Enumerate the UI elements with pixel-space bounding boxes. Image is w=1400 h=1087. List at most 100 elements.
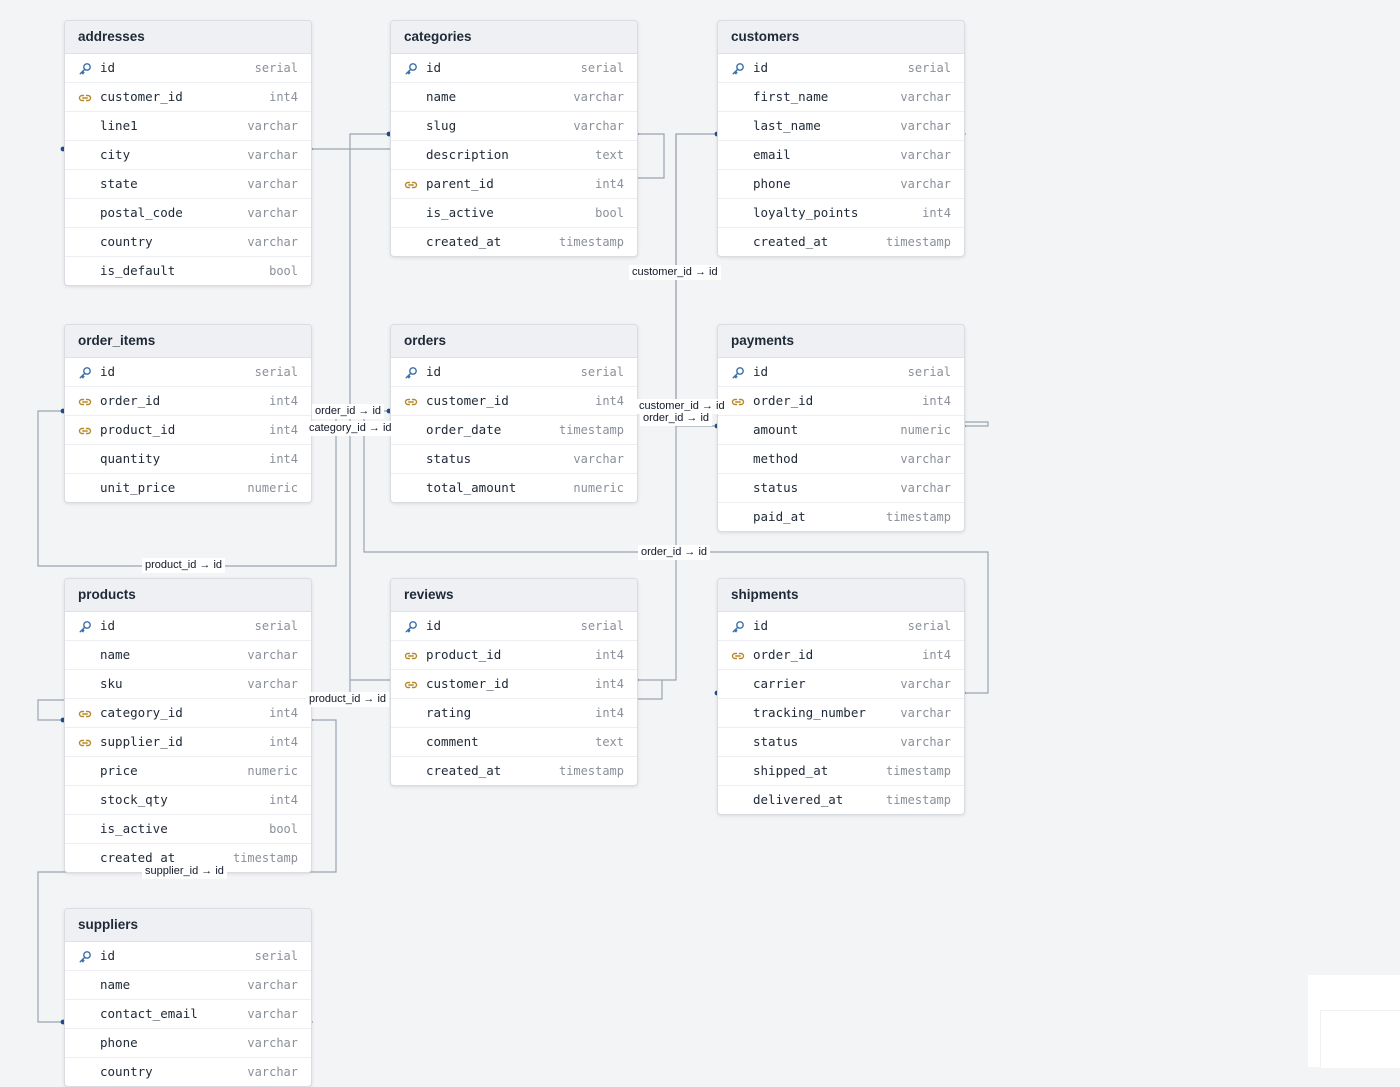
column-row[interactable]: customer_id int4 (391, 387, 637, 416)
column-row[interactable]: id serial (65, 612, 311, 641)
column-row[interactable]: status varchar (391, 445, 637, 474)
column-row[interactable]: quantity int4 (65, 445, 311, 474)
table-addresses[interactable]: addresses id serial customer_id int4 line1 var… (64, 20, 312, 286)
table-customers[interactable]: customers id serial first_name varchar last_n… (717, 20, 965, 257)
column-row[interactable]: id serial (391, 612, 637, 641)
column-row[interactable]: is_default bool (65, 257, 311, 285)
table-title[interactable]: addresses (65, 21, 311, 54)
column-row[interactable]: id serial (65, 942, 311, 971)
column-row[interactable]: customer_id int4 (391, 670, 637, 699)
relationship-line[interactable] (636, 133, 665, 179)
column-row[interactable]: country varchar (65, 228, 311, 257)
column-row[interactable]: phone varchar (718, 170, 964, 199)
column-row[interactable]: order_id int4 (718, 641, 964, 670)
column-type: varchar (247, 978, 298, 992)
column-row[interactable]: line1 varchar (65, 112, 311, 141)
table-title[interactable]: reviews (391, 579, 637, 612)
column-row[interactable]: created_at timestamp (391, 228, 637, 256)
column-row[interactable]: id serial (65, 54, 311, 83)
column-row[interactable]: id serial (391, 54, 637, 83)
column-name: id (753, 364, 769, 379)
column-row[interactable]: unit_price numeric (65, 474, 311, 502)
column-row[interactable]: email varchar (718, 141, 964, 170)
column-type: numeric (247, 764, 298, 778)
column-row[interactable]: order_date timestamp (391, 416, 637, 445)
minimap[interactable] (1308, 975, 1400, 1068)
relationship-line[interactable] (963, 421, 989, 427)
column-row[interactable]: customer_id int4 (65, 83, 311, 112)
column-row[interactable]: city varchar (65, 141, 311, 170)
column-row[interactable]: order_id int4 (718, 387, 964, 416)
column-row[interactable]: paid_at timestamp (718, 503, 964, 531)
column-row[interactable]: id serial (718, 612, 964, 641)
column-row[interactable]: parent_id int4 (391, 170, 637, 199)
column-row[interactable]: delivered_at timestamp (718, 786, 964, 814)
column-row[interactable]: phone varchar (65, 1029, 311, 1058)
column-row[interactable]: carrier varchar (718, 670, 964, 699)
column-name: price (100, 763, 138, 778)
table-order_items[interactable]: order_items id serial order_id int4 product_i… (64, 324, 312, 503)
column-row[interactable]: state varchar (65, 170, 311, 199)
column-row[interactable]: comment text (391, 728, 637, 757)
table-shipments[interactable]: shipments id serial order_id int4 carrier varc… (717, 578, 965, 815)
column-row[interactable]: order_id int4 (65, 387, 311, 416)
column-row[interactable]: name varchar (65, 641, 311, 670)
column-row[interactable]: amount numeric (718, 416, 964, 445)
column-row[interactable]: id serial (718, 54, 964, 83)
column-row[interactable]: total_amount numeric (391, 474, 637, 502)
column-row[interactable]: shipped_at timestamp (718, 757, 964, 786)
column-row[interactable]: loyalty_points int4 (718, 199, 964, 228)
column-row[interactable]: sku varchar (65, 670, 311, 699)
table-categories[interactable]: categories id serial name varchar slug varchar… (390, 20, 638, 257)
column-row[interactable]: price numeric (65, 757, 311, 786)
table-title[interactable]: orders (391, 325, 637, 358)
column-row[interactable]: description text (391, 141, 637, 170)
column-row[interactable]: id serial (391, 358, 637, 387)
key-icon (78, 61, 92, 75)
column-row[interactable]: last_name varchar (718, 112, 964, 141)
column-row[interactable]: method varchar (718, 445, 964, 474)
column-row[interactable]: postal_code varchar (65, 199, 311, 228)
column-row[interactable]: supplier_id int4 (65, 728, 311, 757)
column-row[interactable]: status varchar (718, 474, 964, 503)
table-title[interactable]: shipments (718, 579, 964, 612)
column-row[interactable]: rating int4 (391, 699, 637, 728)
column-row[interactable]: is_active bool (391, 199, 637, 228)
table-orders[interactable]: orders id serial customer_id int4 order_date t… (390, 324, 638, 503)
column-row[interactable]: product_id int4 (65, 416, 311, 445)
table-payments[interactable]: payments id serial order_id int4 amount numeri… (717, 324, 965, 532)
column-type: varchar (900, 90, 951, 104)
minimap-viewport[interactable] (1320, 1010, 1400, 1068)
table-title[interactable]: products (65, 579, 311, 612)
column-row[interactable]: created_at timestamp (391, 757, 637, 785)
column-row[interactable]: country varchar (65, 1058, 311, 1086)
column-row[interactable]: tracking_number varchar (718, 699, 964, 728)
table-products[interactable]: products id serial name varchar sku varchar cat… (64, 578, 312, 873)
column-row[interactable]: created_at timestamp (718, 228, 964, 256)
column-row[interactable]: id serial (718, 358, 964, 387)
column-row[interactable]: slug varchar (391, 112, 637, 141)
column-row[interactable]: product_id int4 (391, 641, 637, 670)
column-name: slug (426, 118, 457, 133)
table-title[interactable]: order_items (65, 325, 311, 358)
table-reviews[interactable]: reviews id serial product_id int4 customer_id… (390, 578, 638, 786)
column-row[interactable]: first_name varchar (718, 83, 964, 112)
column-name: name (426, 89, 457, 104)
column-row[interactable]: stock_qty int4 (65, 786, 311, 815)
table-title[interactable]: payments (718, 325, 964, 358)
table-title[interactable]: suppliers (65, 909, 311, 942)
column-name: id (426, 618, 442, 633)
column-type: timestamp (558, 423, 624, 437)
column-row[interactable]: status varchar (718, 728, 964, 757)
table-title[interactable]: customers (718, 21, 964, 54)
column-row[interactable]: is_active bool (65, 815, 311, 844)
column-type: varchar (247, 206, 298, 220)
relationship-line[interactable] (37, 699, 64, 721)
column-row[interactable]: contact_email varchar (65, 1000, 311, 1029)
column-row[interactable]: name varchar (65, 971, 311, 1000)
table-title[interactable]: categories (391, 21, 637, 54)
table-suppliers[interactable]: suppliers id serial name varchar contact_emai… (64, 908, 312, 1087)
column-row[interactable]: id serial (65, 358, 311, 387)
column-row[interactable]: category_id int4 (65, 699, 311, 728)
column-row[interactable]: name varchar (391, 83, 637, 112)
